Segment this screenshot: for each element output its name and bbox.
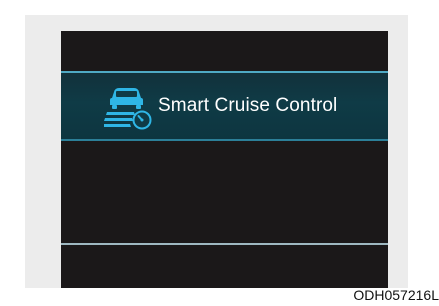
divider-line xyxy=(61,243,388,245)
cluster-display: Smart Cruise Control xyxy=(61,31,388,288)
smart-cruise-control-icon xyxy=(104,88,152,130)
banner-label: Smart Cruise Control xyxy=(158,95,338,116)
figure-frame: Smart Cruise Control ODH057216L xyxy=(0,0,439,306)
figure-code: ODH057216L xyxy=(353,287,439,303)
mode-banner: Smart Cruise Control xyxy=(61,71,388,141)
